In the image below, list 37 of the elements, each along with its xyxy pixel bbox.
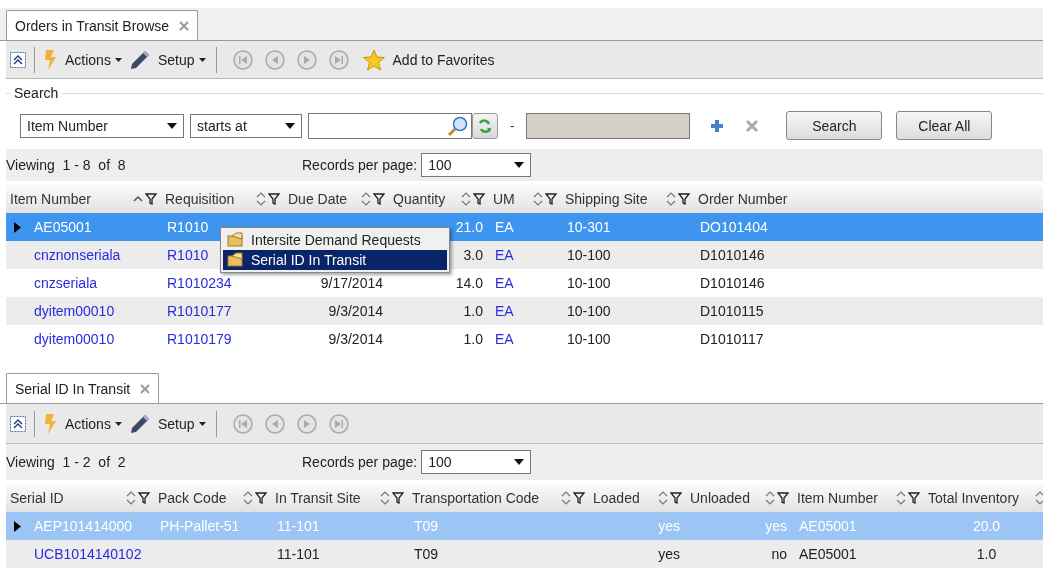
table-cell: D1010115 [700,303,764,319]
table-cell: D1010117 [700,331,764,347]
table-cell: D1010146 [700,275,765,291]
table-cell: 21.0 [455,219,483,235]
table-cell: 1.0 [463,331,483,347]
table-cell: 10-301 [567,219,611,235]
viewing-count: Viewing 1 - 8 of 8 [6,157,127,173]
table-cell: yes [658,518,680,534]
table-cell: 1.0 [463,303,483,319]
table-cell: AE05001 [799,546,857,562]
table-cell: 14.0 [455,275,483,291]
table-cell: 1.0 [976,546,997,562]
table-cell: 20.0 [972,518,1001,534]
table-cell: D1010146 [700,247,765,263]
table-cell: AE05001 [799,518,857,534]
table-cell: yes [658,546,680,562]
table-cell: 10-100 [567,331,611,347]
table-cell: PH-Pallet-51 [160,518,240,534]
table-cell: T09 [414,518,439,534]
table-cell: 11-101 [277,518,320,534]
table-cell: 11-101 [277,546,320,562]
table-cell: 9/3/2014 [328,331,383,347]
table-cell: no [771,546,787,562]
table-cell: 10-100 [567,275,611,291]
search-group-title: Search [10,85,63,101]
table-cell: 10-100 [567,303,611,319]
table-cell: 3.0 [463,247,483,263]
table-cell: 9/3/2014 [328,303,383,319]
table-cell: yes [765,518,787,534]
table-cell: DO101404 [700,219,768,235]
records-per-page-label: Records per page: [302,454,418,470]
table-cell: T09 [414,546,439,562]
range-dash: - [510,118,515,133]
table-cell: 9/17/2014 [320,275,383,291]
table-cell: 10-100 [567,247,611,263]
records-per-page-label: Records per page: [302,157,418,173]
viewing-count: Viewing 1 - 2 of 2 [6,454,127,470]
